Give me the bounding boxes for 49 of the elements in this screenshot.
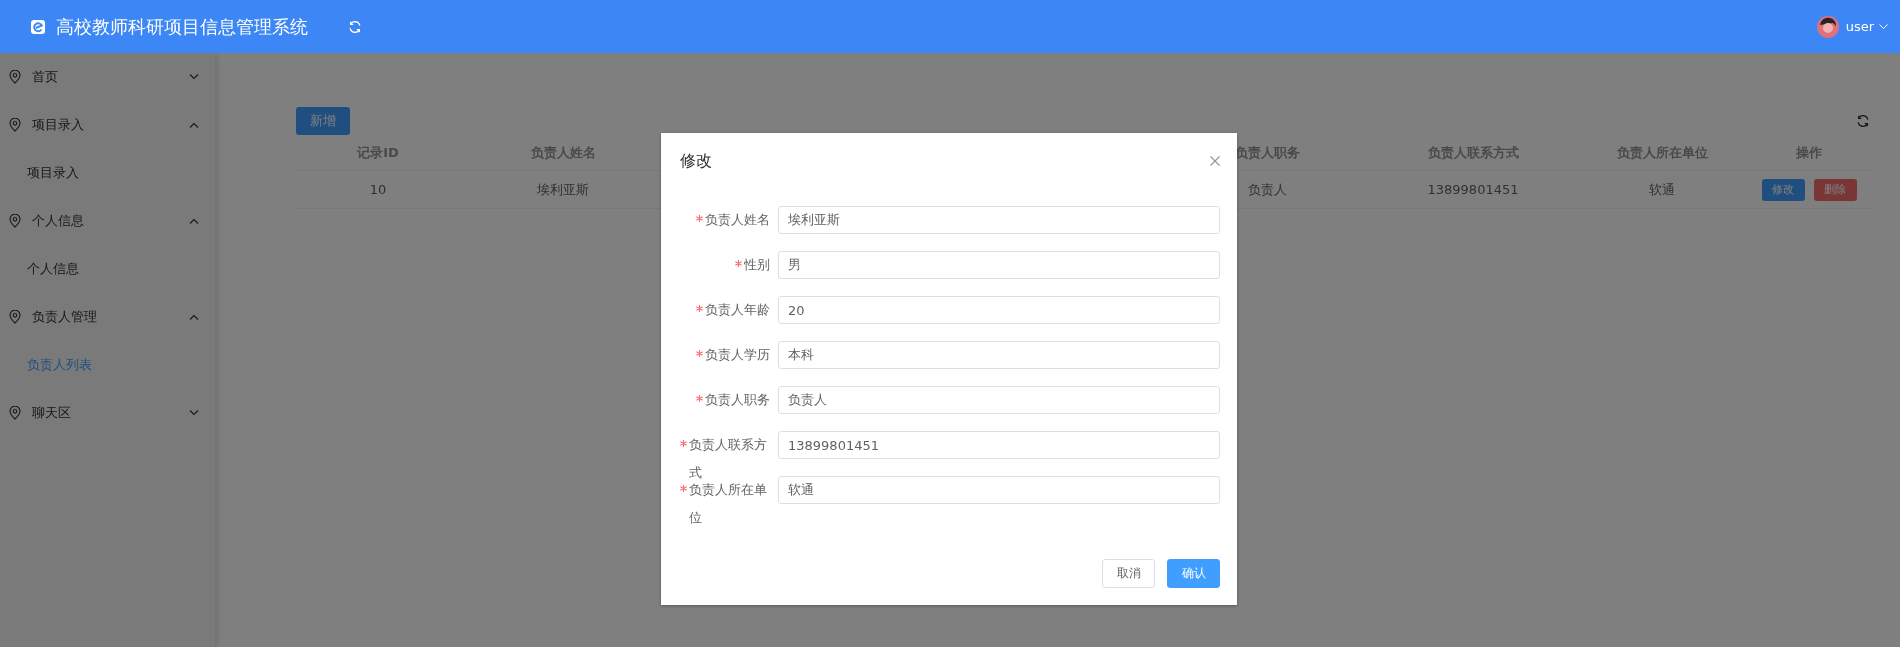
field-label: 负责人所在单位 [689, 481, 768, 527]
field-label: 性别 [744, 256, 770, 274]
edit-button[interactable]: 修改 [1761, 178, 1805, 201]
input-field[interactable]: 男 [778, 251, 1220, 279]
field-label: 负责人联系方式 [689, 436, 768, 482]
menu-item[interactable]: 项目录入 [0, 149, 215, 197]
menu-group[interactable]: 聊天区 [0, 389, 215, 437]
refresh-icon[interactable] [1856, 114, 1870, 128]
chevron-down-icon[interactable] [1879, 23, 1888, 30]
chevron-down-icon [189, 410, 199, 416]
table-cell: 13899801451 [1427, 182, 1519, 197]
location-icon [9, 214, 21, 228]
input-field[interactable]: 本科 [778, 341, 1220, 369]
app-title: 高校教师科研项目信息管理系统 [56, 14, 308, 39]
input-field[interactable]: 20 [778, 296, 1220, 324]
avatar-icon[interactable] [1816, 15, 1839, 38]
table-cell: 埃利亚斯 [537, 180, 589, 199]
menu-item[interactable]: 个人信息 [0, 245, 215, 293]
menu-group[interactable]: 个人信息 [0, 197, 215, 245]
confirm-button[interactable]: 确认 [1167, 559, 1220, 588]
location-icon [9, 310, 21, 324]
menu-group[interactable]: 首页 [0, 53, 215, 101]
input-field[interactable]: 软通 [778, 476, 1220, 504]
menu-group[interactable]: 项目录入 [0, 101, 215, 149]
field-label: 负责人学历 [705, 346, 770, 364]
location-icon [9, 406, 21, 420]
close-icon[interactable] [1210, 156, 1220, 166]
field-label: 负责人年龄 [705, 301, 770, 319]
location-icon [9, 70, 21, 84]
logo-icon [31, 19, 45, 34]
input-field[interactable]: 负责人 [778, 386, 1220, 414]
chevron-up-icon [189, 122, 199, 128]
user-name[interactable]: user [1845, 19, 1874, 34]
chevron-up-icon [189, 218, 199, 224]
dialog-title: 修改 [680, 150, 712, 172]
table-cell: 10 [369, 182, 387, 197]
delete-button[interactable]: 删除 [1813, 178, 1857, 201]
field-label: 负责人职务 [705, 391, 770, 409]
chevron-up-icon [189, 314, 199, 320]
input-field[interactable]: 埃利亚斯 [778, 206, 1220, 234]
menu-group[interactable]: 负责人管理 [0, 293, 215, 341]
chevron-down-icon [189, 74, 199, 80]
table-cell: 负责人 [1247, 180, 1287, 199]
cancel-button[interactable]: 取消 [1102, 559, 1155, 588]
table-cell: 软通 [1649, 180, 1675, 199]
field-label: 负责人姓名 [705, 211, 770, 229]
add-button[interactable]: 新增 [296, 107, 350, 135]
input-field[interactable]: 13899801451 [778, 431, 1220, 459]
location-icon [9, 118, 21, 132]
